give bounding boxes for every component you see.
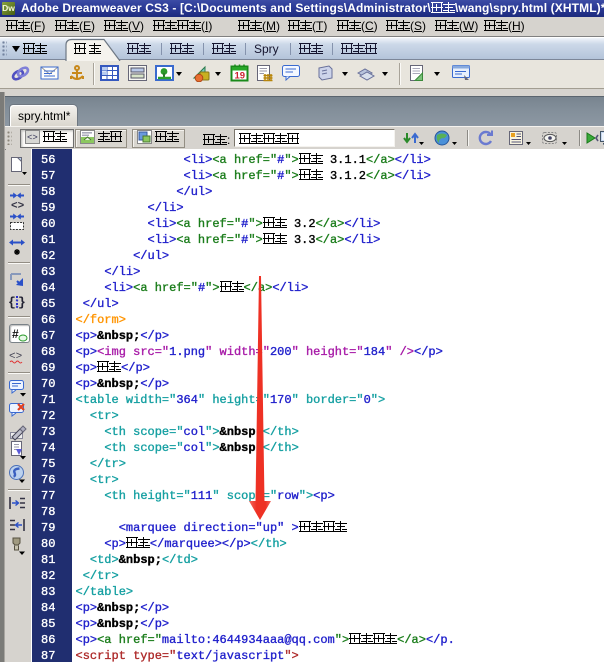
- svg-text:<>: <>: [11, 201, 25, 210]
- svg-text:<>: <>: [27, 133, 38, 143]
- svg-text:19: 19: [235, 71, 246, 82]
- svg-text:}: }: [18, 295, 26, 310]
- svg-text:#: #: [12, 327, 19, 341]
- svg-text:{: {: [8, 295, 16, 310]
